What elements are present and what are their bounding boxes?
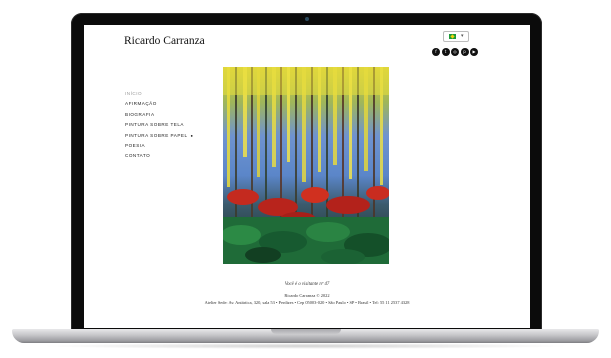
main-menu: INÍCIO AFIRMAÇÃO BIOGRAFIA PINTURA SOBRE… bbox=[125, 89, 193, 162]
address: Atelier Sede: Av. Antártica, 320, sala 5… bbox=[204, 300, 410, 305]
site-title[interactable]: Ricardo Carranza bbox=[124, 35, 205, 47]
nav-item-poesia[interactable]: POESIA bbox=[125, 141, 193, 151]
flag-brazil-icon bbox=[449, 34, 456, 39]
chevron-down-icon: ▾ bbox=[461, 33, 464, 39]
visitor-counter: Você é o visitante nº 47 bbox=[284, 282, 330, 287]
nav-item-label: POESIA bbox=[125, 142, 146, 148]
submenu-dot-icon: ● bbox=[190, 132, 194, 138]
instagram-icon[interactable]: ◎ bbox=[451, 48, 459, 56]
nav-item-pintura-sobre-tela[interactable]: PINTURA SOBRE TELA bbox=[125, 120, 193, 130]
nav-item-contato[interactable]: CONTATO bbox=[125, 151, 193, 161]
nav-item-label: BIOGRAFIA bbox=[125, 111, 155, 117]
nav-item-label: INÍCIO bbox=[125, 91, 143, 96]
nav-item-label: PINTURA SOBRE PAPEL bbox=[125, 132, 188, 138]
laptop-mockup: Ricardo Carranza ▾ f t ◎ p ▶ INÍCIO AFIR… bbox=[0, 0, 611, 358]
nav-item-label: CONTATO bbox=[125, 153, 151, 159]
laptop-notch bbox=[271, 329, 341, 334]
website-screen: Ricardo Carranza ▾ f t ◎ p ▶ INÍCIO AFIR… bbox=[84, 25, 530, 328]
twitter-icon[interactable]: t bbox=[441, 48, 450, 56]
laptop-shadow bbox=[40, 343, 571, 349]
nav-item-biografia[interactable]: BIOGRAFIA bbox=[125, 110, 193, 120]
pinterest-icon[interactable]: p bbox=[460, 48, 469, 56]
camera-icon bbox=[305, 17, 309, 21]
nav-item-pintura-sobre-papel[interactable]: PINTURA SOBRE PAPEL ● bbox=[125, 131, 193, 141]
youtube-icon[interactable]: ▶ bbox=[470, 48, 478, 56]
social-links: f t ◎ p ▶ bbox=[432, 48, 478, 57]
nav-item-afirmacao[interactable]: AFIRMAÇÃO bbox=[125, 99, 193, 109]
nav-item-label: AFIRMAÇÃO bbox=[125, 101, 157, 107]
nav-item-inicio[interactable]: INÍCIO bbox=[125, 89, 193, 99]
facebook-icon[interactable]: f bbox=[432, 48, 440, 56]
copyright: Ricardo Carranza © 2022 bbox=[284, 293, 330, 298]
language-select[interactable]: ▾ bbox=[443, 31, 469, 42]
featured-painting bbox=[223, 67, 389, 264]
nav-item-label: PINTURA SOBRE TELA bbox=[125, 122, 184, 128]
